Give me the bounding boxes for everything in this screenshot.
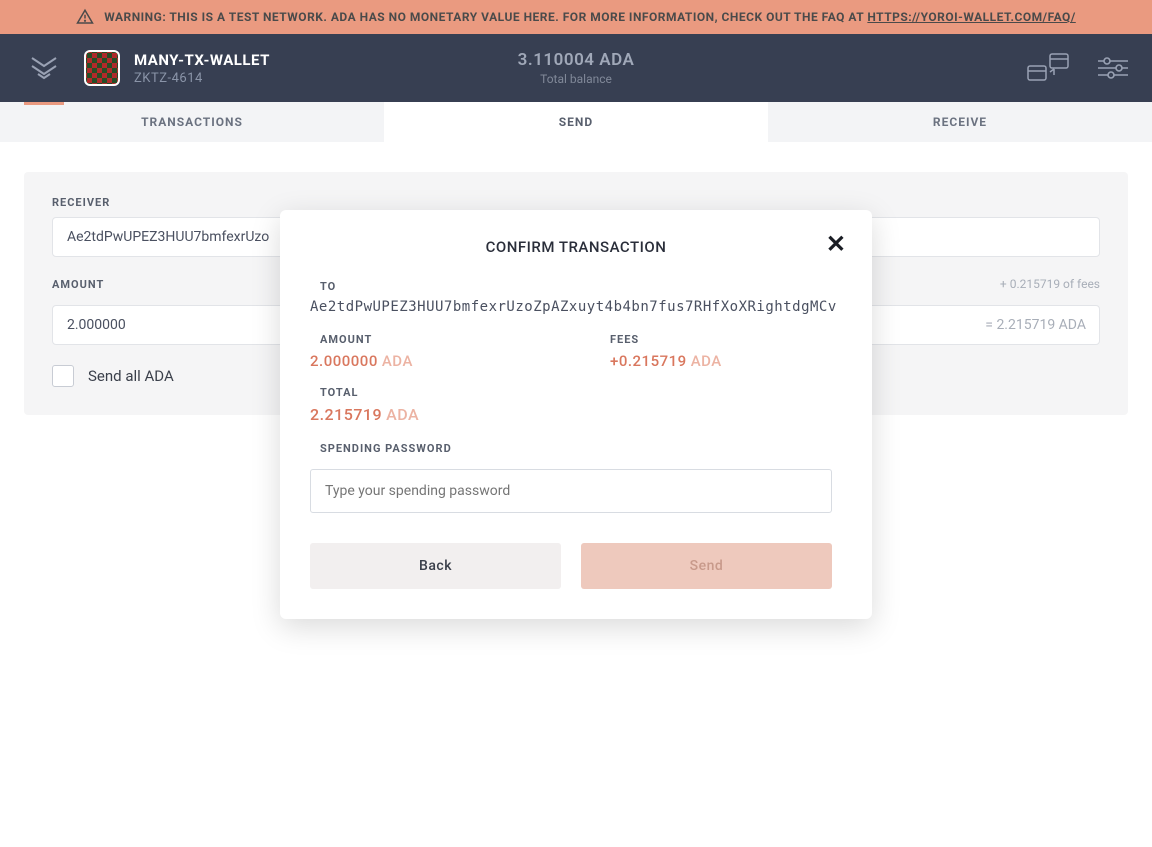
confirm-fees-value: +0.215719 [610, 352, 687, 370]
confirm-transaction-dialog: CONFIRM TRANSACTION ✕ TO Ae2tdPwUPEZ3HUU… [280, 210, 872, 619]
close-icon[interactable]: ✕ [826, 232, 846, 256]
confirm-amount-label: AMOUNT [320, 333, 570, 346]
confirm-total-currency: ADA [386, 405, 419, 424]
tab-transactions[interactable]: TRANSACTIONS [0, 102, 384, 142]
wallet-name: MANY-TX-WALLET [134, 51, 270, 69]
to-label: TO [320, 280, 832, 293]
total-balance-label: Total balance [518, 72, 635, 86]
testnet-warning-banner: WARNING: THIS IS A TEST NETWORK. ADA HAS… [0, 0, 1152, 34]
confirm-amount-currency: ADA [382, 352, 413, 370]
wallet-selector[interactable]: MANY-TX-WALLET ZKTZ-4614 [84, 50, 270, 86]
confirm-amount-value: 2.000000 [310, 352, 378, 370]
warning-faq-link[interactable]: HTTPS://YOROI-WALLET.COM/FAQ/ [867, 10, 1075, 24]
app-header: MANY-TX-WALLET ZKTZ-4614 3.110004 ADA To… [0, 34, 1152, 102]
send-all-checkbox[interactable] [52, 365, 74, 387]
warning-text: WARNING: THIS IS A TEST NETWORK. ADA HAS… [104, 10, 867, 24]
wallet-tabs: TRANSACTIONS SEND RECEIVE [0, 102, 1152, 142]
to-address: Ae2tdPwUPEZ3HUU7bmfexrUzoZpAZxuyt4b4bn7f… [310, 299, 832, 315]
confirm-fees-currency: ADA [691, 352, 722, 370]
warning-icon [76, 8, 94, 26]
app-logo[interactable] [24, 48, 64, 88]
wallets-icon[interactable] [1026, 52, 1070, 84]
confirm-total-value: 2.215719 [310, 405, 382, 424]
send-all-label: Send all ADA [88, 367, 174, 385]
receiver-label: RECEIVER [52, 196, 1100, 209]
confirm-total-label: TOTAL [320, 386, 832, 399]
tab-send[interactable]: SEND [384, 102, 768, 142]
amount-total-display: = 2.215719 ADA [985, 317, 1086, 333]
confirm-fees-label: FEES [610, 333, 832, 346]
spending-password-label: SPENDING PASSWORD [320, 442, 832, 455]
settings-icon[interactable] [1098, 56, 1128, 80]
fees-hint: + 0.215719 of fees [1000, 277, 1100, 291]
back-button[interactable]: Back [310, 543, 561, 589]
wallet-id: ZKTZ-4614 [134, 71, 270, 86]
total-balance-value: 3.110004 ADA [518, 50, 635, 70]
spending-password-input[interactable] [310, 469, 832, 513]
tab-receive[interactable]: RECEIVE [768, 102, 1152, 142]
send-button[interactable]: Send [581, 543, 832, 589]
wallet-avatar-icon [84, 50, 120, 86]
dialog-title: CONFIRM TRANSACTION [310, 238, 842, 256]
amount-label: AMOUNT [52, 278, 104, 291]
